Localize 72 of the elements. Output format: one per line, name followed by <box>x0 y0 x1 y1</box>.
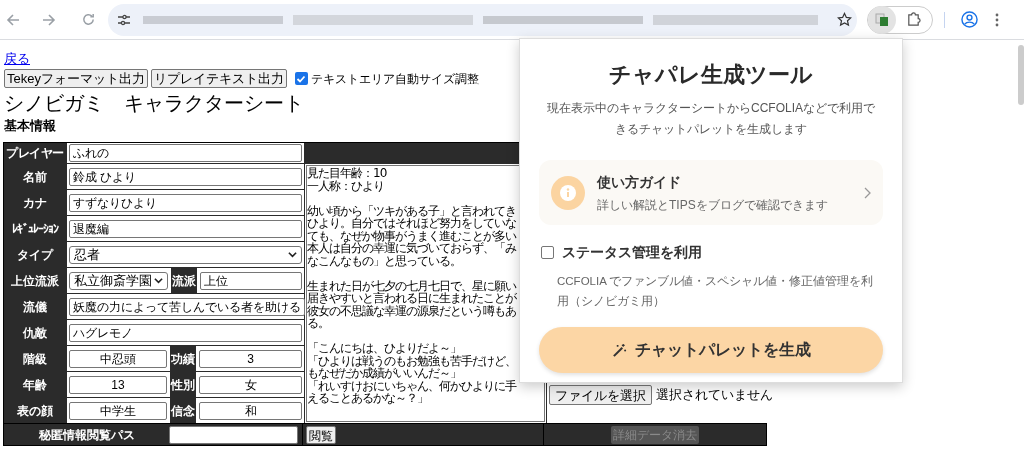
text-line: なこんなもの」と思っている。 <box>307 254 461 267</box>
file-button[interactable]: ファイルを選択 <box>549 385 652 405</box>
reload-icon[interactable] <box>81 12 96 27</box>
view-button[interactable]: 閲覧 <box>306 425 336 444</box>
dropdown-value: 忍者 <box>74 245 100 264</box>
input-field[interactable] <box>169 425 298 444</box>
checkbox-label: ステータス管理を利用 <box>562 243 702 262</box>
star-icon[interactable] <box>837 12 852 27</box>
generate-button[interactable]: チャットパレットを生成 <box>539 327 883 373</box>
text-line: 一人称：ひより <box>307 179 384 192</box>
text-line: 届きやすいと言われる日に生まれたことが <box>307 292 516 305</box>
text-line: る。 <box>307 317 329 330</box>
back-icon[interactable] <box>5 11 21 28</box>
scrollbar[interactable] <box>1018 45 1024 105</box>
text-line: 彼女の不思議な幸運の源泉だという噂もあ <box>307 304 516 317</box>
chevron-down-icon <box>154 276 163 285</box>
info-icon <box>551 175 585 210</box>
cards-icon <box>875 12 889 27</box>
text-line: 「こんにちは、ひよりだよ～」 <box>307 342 461 355</box>
popup-title: チャパレ生成ツール <box>609 61 813 89</box>
text-line: 生まれた日が七夕の七月七日で、星に願い <box>307 279 516 292</box>
magic-wand-icon <box>611 342 627 358</box>
text-line: もなぜだか成績がいいんだ～」 <box>307 367 461 380</box>
text-line: 幼い頃から「ツキがある子」と言われてき <box>307 204 516 217</box>
guide-subtitle: 詳しい解説とTIPSをブログで確認できます <box>597 196 828 214</box>
input-field[interactable]: 中学生 <box>69 401 167 420</box>
checkbox-label: テキストエリア自動サイズ調整 <box>310 70 479 88</box>
puzzle-icon[interactable] <box>906 12 921 27</box>
input-field[interactable]: 3 <box>199 349 302 368</box>
text-line: ても、なぜか物事がうまく進むことが多い <box>307 229 516 242</box>
text-line: えることあるかな～？」 <box>307 392 428 405</box>
forward-icon[interactable] <box>41 11 57 28</box>
dropdown-value: 私立御斎学園 <box>74 271 152 290</box>
dropdown[interactable]: 忍者 <box>69 245 302 264</box>
button[interactable]: Tekeyフォーマット出力 <box>4 69 148 88</box>
input-field[interactable]: 和 <box>199 401 302 420</box>
input-field[interactable]: 13 <box>69 375 167 394</box>
guide-card[interactable]: 使い方ガイド 詳しい解説とTIPSをブログで確認できます <box>539 160 883 225</box>
input-field[interactable]: 鈴成 ひより <box>69 167 302 186</box>
field-label: 流派 <box>171 268 197 293</box>
dropdown[interactable]: 私立御斎学園 <box>69 271 168 290</box>
profile-icon[interactable] <box>961 11 978 28</box>
menu-icon[interactable] <box>995 12 999 27</box>
text-line: 「ひよりは戦うのもお勉強も苦手だけど、 <box>307 354 516 367</box>
input-field[interactable]: 退魔編 <box>69 219 302 238</box>
file-status: 選択されていません <box>656 386 773 404</box>
input-field[interactable]: すずなりひより <box>69 193 302 212</box>
popup-description: 現在表示中のキャラクターシートからCCFOLIAなどで利用できるチャットパレットを生成します <box>546 100 876 138</box>
chevron-down-icon <box>288 250 297 259</box>
checkbox[interactable] <box>541 246 554 259</box>
input-field[interactable]: ふれの <box>69 144 302 162</box>
guide-title: 使い方ガイド <box>597 172 682 192</box>
tune-icon[interactable] <box>117 12 131 27</box>
field-label: 性別 <box>170 372 196 397</box>
text-line: 見た目年齢：10 <box>307 167 387 180</box>
text-line: 「れいすけおにいちゃん、何かひよりに手 <box>307 379 516 392</box>
text-line: 本人は自分の幸運に気づいておらず、「み <box>307 242 516 255</box>
input-field[interactable]: 上位 <box>200 271 302 290</box>
input-field[interactable]: 中忍頭 <box>69 349 167 368</box>
field-label: 功績 <box>170 346 196 371</box>
extension-button[interactable] <box>868 5 896 34</box>
input-field[interactable]: 女 <box>199 375 302 394</box>
option-note: CCFOLIA でファンブル値・スペシャル値・修正値管理を利用（シノビガミ用） <box>556 274 875 309</box>
page-title: シノビガミ キャラクターシート <box>4 91 304 116</box>
checkbox[interactable] <box>294 72 308 85</box>
button[interactable]: リプレイテキスト出力 <box>150 69 287 88</box>
section-heading: 基本情報 <box>4 117 56 135</box>
text-line: ひより。自分ではそれほど努力をしていな <box>307 217 516 230</box>
input-field[interactable]: 妖魔の力によって苦しんでいる者を助ける <box>69 297 305 316</box>
field-label: 信念 <box>170 398 196 423</box>
input-field[interactable]: ハグレモノ <box>69 323 302 342</box>
chevron-right-icon <box>864 186 871 199</box>
